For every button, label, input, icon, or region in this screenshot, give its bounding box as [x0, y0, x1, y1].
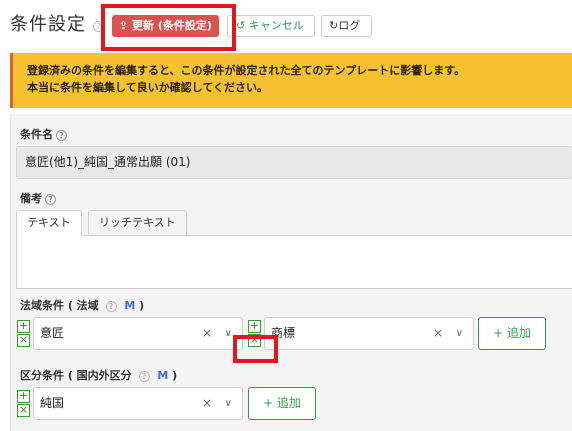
division-select-1[interactable]: 純国 × ∨	[33, 387, 243, 420]
division-condition-label: 区分条件 ( 国内外区分 ? M )	[20, 367, 177, 383]
page-header: 条件設定 ? ⇪ 更新 (条件設定) ↺ キャンセル ↻ログ	[0, 0, 572, 52]
law-label-suffix: )	[139, 299, 145, 312]
division-label-suffix: )	[172, 369, 178, 382]
cancel-button[interactable]: ↺ キャンセル	[227, 15, 315, 37]
law-row-1-add-icon[interactable]: +	[17, 320, 30, 333]
notes-textarea[interactable]	[16, 235, 572, 289]
division-select-1-value: 純国	[40, 396, 65, 410]
update-button-highlight	[101, 4, 236, 51]
condition-form-panel: 条件名? 意匠(他1)_純国_通常出願 (01) 備考? テキスト リッチテキス…	[10, 114, 572, 431]
log-button-label: ログ	[338, 19, 361, 32]
division-help-icon[interactable]: ?	[138, 370, 150, 382]
law-condition-label-text: 法域条件 ( 法域	[20, 299, 99, 312]
notes-label-text: 備考	[20, 192, 42, 205]
undo-icon: ↺	[236, 19, 246, 32]
history-icon: ↻	[329, 19, 339, 32]
law-select-1-clear-icon[interactable]: ×	[202, 318, 212, 349]
notes-label: 備考?	[20, 190, 56, 206]
warning-line-2: 本当に条件を編集して良いか確認してください。	[27, 81, 269, 94]
tab-text[interactable]: テキスト	[16, 210, 82, 236]
condition-name-label-text: 条件名	[20, 128, 53, 141]
tab-rich-text[interactable]: リッチテキスト	[88, 210, 187, 235]
notes-help-icon[interactable]: ?	[45, 193, 56, 205]
law-condition-label: 法域条件 ( 法域 ? M )	[20, 297, 144, 313]
cancel-button-label: キャンセル	[248, 19, 304, 32]
division-row-1-add-icon[interactable]: +	[17, 390, 30, 403]
law-select-2-chevron-down-icon[interactable]: ∨	[456, 318, 463, 349]
warning-banner: 登録済みの条件を編集すると、この条件が設定された全てのテンプレートに影響します。…	[10, 53, 572, 108]
name-help-icon[interactable]: ?	[56, 129, 67, 141]
law-row-1-controls: + ×	[17, 320, 31, 348]
log-button[interactable]: ↻ログ	[321, 15, 372, 37]
law-select-2-clear-icon[interactable]: ×	[433, 318, 443, 349]
condition-name-field[interactable]: 意匠(他1)_純国_通常出願 (01)	[16, 146, 572, 179]
division-add-button[interactable]: + 追加	[248, 387, 316, 420]
law-help-icon[interactable]: ?	[105, 300, 117, 312]
law-select-2[interactable]: 商標 × ∨	[264, 317, 474, 350]
law-row-1-remove-icon[interactable]: ×	[17, 334, 30, 347]
division-row-1-controls: + ×	[17, 390, 31, 418]
division-select-1-clear-icon[interactable]: ×	[202, 388, 212, 419]
law-add-button[interactable]: + 追加	[478, 317, 546, 350]
law-multi-marker: M	[124, 299, 136, 312]
warning-line-1: 登録済みの条件を編集すると、この条件が設定された全てのテンプレートに影響します。	[27, 64, 466, 77]
law-select-1[interactable]: 意匠 × ∨	[33, 317, 243, 350]
division-condition-label-text: 区分条件 ( 国内外区分	[20, 369, 132, 382]
division-multi-marker: M	[157, 369, 169, 382]
condition-name-label: 条件名?	[20, 126, 67, 142]
page-title: 条件設定	[10, 14, 86, 35]
remove-button-highlight	[233, 335, 278, 363]
law-select-1-chevron-down-icon[interactable]: ∨	[225, 318, 232, 349]
division-select-1-chevron-down-icon[interactable]: ∨	[225, 388, 232, 419]
division-row-1-remove-icon[interactable]: ×	[17, 404, 30, 417]
law-select-1-value: 意匠	[40, 326, 65, 340]
law-row-2-add-icon[interactable]: +	[248, 320, 261, 333]
